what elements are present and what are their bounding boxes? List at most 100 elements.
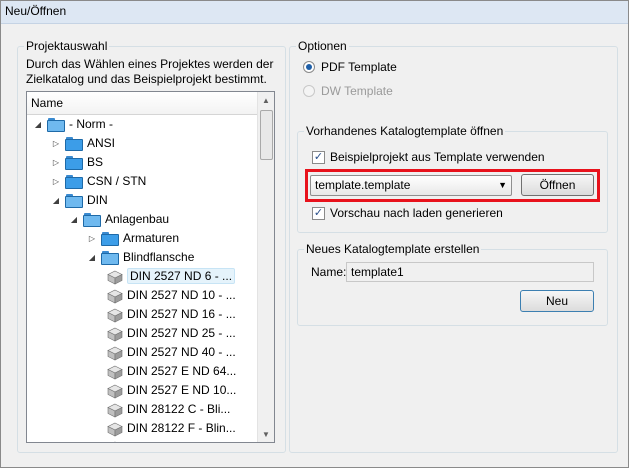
tree-item-label: CSN / STN — [87, 174, 147, 188]
expanded-arrow-icon[interactable]: ◢ — [69, 214, 79, 224]
part-cube-icon — [107, 365, 123, 380]
tree-folder-row[interactable]: ▷ Armaturen — [27, 230, 257, 249]
radio-selected-dot — [306, 64, 312, 70]
projektauswahl-description-line1: Durch das Wählen eines Projektes werden … — [26, 57, 274, 71]
folder-icon — [65, 156, 83, 170]
part-cube-icon — [107, 384, 123, 399]
tree-item-row[interactable]: DIN 28122 C - Bli... — [27, 401, 257, 420]
collapsed-arrow-icon[interactable]: ▷ — [51, 176, 61, 186]
name-label: Name: — [311, 265, 347, 279]
folder-icon — [101, 232, 119, 246]
dw-template-radio[interactable] — [303, 85, 315, 97]
tree-item-row[interactable]: DIN 2527 E ND 64... — [27, 363, 257, 382]
projektauswahl-title: Projektauswahl — [24, 39, 110, 53]
collapsed-arrow-icon[interactable]: ▷ — [51, 157, 61, 167]
title-bar: Neu/Öffnen — [1, 1, 628, 24]
tree-folder-row[interactable]: ▷ CSN / STN — [27, 173, 257, 192]
part-cube-icon — [107, 270, 123, 285]
folder-icon — [65, 137, 83, 151]
part-cube-icon — [107, 422, 123, 437]
tree-item-label: DIN 28122 V - Bli... — [127, 440, 230, 442]
tree-item-label: DIN — [87, 193, 108, 207]
tree-item-label: Armaturen — [123, 231, 180, 245]
vorschau-label[interactable]: Vorschau nach laden generieren — [330, 205, 503, 221]
cube-top-face — [114, 441, 116, 442]
folder-body — [101, 234, 119, 246]
new-button[interactable]: Neu — [520, 290, 594, 312]
neues-title: Neues Katalogtemplate erstellen — [304, 242, 482, 256]
tree-scrollbar[interactable]: ▲ ▼ — [257, 92, 274, 442]
part-cube-icon — [107, 346, 123, 361]
folder-body — [101, 253, 119, 265]
beispielprojekt-checkbox[interactable]: ✓ — [312, 151, 325, 164]
neues-group: Neues Katalogtemplate erstellen — [297, 242, 608, 326]
tree-folder-row[interactable]: ◢ Anlagenbau — [27, 211, 257, 230]
tree-item-label: DIN 2527 ND 16 - ... — [127, 307, 236, 321]
tree-item-label: Anlagenbau — [105, 212, 170, 226]
folder-body — [47, 120, 65, 132]
collapsed-arrow-icon[interactable]: ▷ — [51, 138, 61, 148]
dw-template-label[interactable]: DW Template — [321, 83, 393, 99]
tree-folder-row[interactable]: ▷ ANSI — [27, 135, 257, 154]
tree-item-label: DIN 2527 ND 40 - ... — [127, 345, 236, 359]
tree-item-row[interactable]: DIN 2527 ND 40 - ... — [27, 344, 257, 363]
tree-column-header[interactable]: Name — [27, 92, 258, 115]
tree-item-label: ANSI — [87, 136, 116, 150]
collapsed-arrow-icon[interactable]: ▷ — [87, 233, 97, 243]
folder-body — [83, 215, 101, 227]
tree-item-label: DIN 2527 ND 10 - ... — [127, 288, 236, 302]
folder-open-icon — [101, 251, 119, 265]
folder-open-icon — [83, 213, 101, 227]
tree-item-label: - Norm - — [69, 117, 113, 131]
folder-icon — [65, 175, 83, 189]
tree-item-label: DIN 28122 C - Bli... — [127, 402, 231, 416]
pdf-template-radio[interactable] — [303, 61, 315, 73]
tree-folder-row[interactable]: ◢ Blindflansche — [27, 249, 257, 268]
tree-item-label: DIN 2527 E ND 64... — [127, 364, 237, 378]
dialog-window: Neu/Öffnen Projektauswahl Durch das Wähl… — [0, 0, 629, 468]
tree-item-label: BS — [87, 155, 104, 169]
tree-item-row[interactable]: DIN 2527 E ND 10... — [27, 382, 257, 401]
tree-item-row[interactable]: DIN 2527 ND 16 - ... — [27, 306, 257, 325]
tree-item-label: DIN 2527 E ND 10... — [127, 383, 237, 397]
folder-body — [65, 177, 83, 189]
project-tree[interactable]: Name ◢ - Norm - ▷ ANSI ▷ BS ▷ CSN / STN ◢ DIN ◢ Anl… — [26, 91, 275, 443]
optionen-title: Optionen — [296, 39, 349, 53]
tree-item-label: Blindflansche — [123, 250, 195, 264]
tree-item-row[interactable]: DIN 28122 V - Bli... — [27, 439, 257, 442]
part-cube-icon — [107, 327, 123, 342]
scroll-thumb[interactable] — [260, 110, 273, 160]
part-cube-icon — [114, 441, 116, 442]
highlight-box — [305, 169, 600, 202]
tree-item-label: DIN 28122 F - Blin... — [127, 421, 236, 435]
tree-item-label: DIN 2527 ND 6 - ... — [127, 268, 236, 284]
tree-header-name: Name — [31, 96, 64, 110]
tree-folder-row[interactable]: ▷ BS — [27, 154, 257, 173]
beispielprojekt-label[interactable]: Beispielprojekt aus Template verwenden — [330, 149, 545, 165]
tree-item-row[interactable]: DIN 2527 ND 10 - ... — [27, 287, 257, 306]
folder-open-icon — [47, 118, 65, 132]
vorhandenes-title: Vorhandenes Katalogtemplate öffnen — [304, 124, 506, 138]
expanded-arrow-icon[interactable]: ◢ — [33, 119, 43, 129]
pdf-template-label[interactable]: PDF Template — [321, 59, 397, 75]
folder-body — [65, 196, 83, 208]
part-cube-icon — [107, 403, 123, 418]
part-cube-icon — [107, 289, 123, 304]
vorschau-checkbox[interactable]: ✓ — [312, 207, 325, 220]
tree-item-label: DIN 2527 ND 25 - ... — [127, 326, 236, 340]
expanded-arrow-icon[interactable]: ◢ — [51, 195, 61, 205]
tree-item-row[interactable]: DIN 2527 ND 25 - ... — [27, 325, 257, 344]
tree-folder-row[interactable]: ◢ DIN — [27, 192, 257, 211]
scroll-up-icon[interactable]: ▲ — [258, 92, 274, 108]
scroll-down-icon[interactable]: ▼ — [258, 426, 274, 442]
projektauswahl-description-line2: Zielkatalog und das Beispielprojekt best… — [26, 72, 267, 86]
folder-body — [65, 158, 83, 170]
expanded-arrow-icon[interactable]: ◢ — [87, 252, 97, 262]
folder-body — [65, 139, 83, 151]
tree-folder-row[interactable]: ◢ - Norm - — [27, 116, 257, 135]
tree-item-row[interactable]: DIN 2527 ND 6 - ... — [27, 268, 257, 287]
window-title: Neu/Öffnen — [5, 4, 67, 18]
template-name-input[interactable]: template1 — [346, 262, 594, 282]
folder-open-icon — [65, 194, 83, 208]
tree-item-row[interactable]: DIN 28122 F - Blin... — [27, 420, 257, 439]
